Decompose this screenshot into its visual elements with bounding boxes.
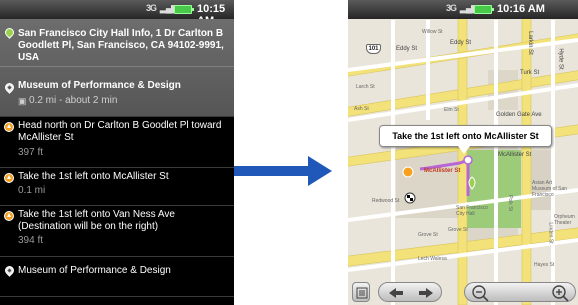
street-label: Eddy St [450, 40, 472, 46]
zoom-controls [464, 282, 576, 302]
zoom-out-icon[interactable] [469, 283, 493, 303]
street-label: Elm St [444, 107, 459, 113]
step-text: Head north on Dr Carlton B Goodlet Pl to… [18, 120, 222, 143]
direction-step[interactable]: Head north on Dr Carlton B Goodlet Pl to… [0, 116, 234, 167]
step-distance: 397 ft [18, 147, 44, 158]
direction-callout[interactable]: Take the 1st left onto McAllister St [379, 125, 552, 154]
car-icon: ▣ [18, 96, 27, 106]
highway-shield: 101 [366, 44, 381, 54]
status-bar: 3G ▂▄▆ 10:15 AM [0, 0, 234, 27]
step-text: Take the 1st left onto McAllister St [18, 171, 169, 182]
direction-step[interactable]: Take the 1st left onto McAllister St 0.1… [0, 167, 234, 205]
street-label: Larch St [356, 84, 375, 90]
list-divider [0, 296, 234, 305]
network-indicator: 3G [146, 3, 157, 13]
street-label: Redwood St [372, 198, 400, 204]
step-text: Take the 1st left onto Van Ness Ave (Des… [18, 209, 175, 232]
street-label: Eddy St [396, 46, 418, 52]
route-summary: 0.2 mi - about 2 min [29, 95, 118, 106]
status-bar: 3G ▂▄▆ 10:16 AM [348, 0, 578, 19]
street-label: Linden St [547, 222, 554, 244]
direction-step[interactable]: Museum of Performance & Design [0, 256, 234, 296]
street-label: Grove St [418, 232, 438, 238]
street-label: Larkin St [526, 31, 533, 55]
route-header: San Francisco City Hall Info, 1 Dr Carlt… [0, 19, 234, 116]
map-screen: 3G ▂▄▆ 10:16 AM Willow St 101 Eddy St Ed… [348, 0, 578, 305]
street-label: Golden Gate Ave [496, 112, 542, 118]
destination-pin-icon [3, 264, 16, 277]
step-navigation [378, 282, 442, 302]
divider [0, 66, 234, 67]
street-label: Hayes St [534, 262, 555, 268]
step-distance: 0.1 mi [18, 185, 46, 196]
directions-screen: 3G ▂▄▆ 10:15 AM San Francisco City Hall … [0, 0, 234, 305]
poi-label: San Francisco City Hall [456, 205, 488, 217]
street-label: Polk St [506, 195, 513, 211]
street-label: Lech Walesa [418, 256, 447, 262]
battery-icon [474, 5, 494, 14]
previous-icon[interactable] [381, 283, 411, 303]
street-label: Willow St [422, 29, 443, 35]
destination-name: Museum of Performance & Design [18, 80, 181, 91]
zoom-in-icon[interactable] [549, 283, 573, 303]
street-label: McAllister St [424, 168, 461, 174]
status-time: 10:16 AM [497, 3, 545, 15]
street-label: Grove St [448, 227, 468, 233]
street-label: Ash St [354, 106, 369, 112]
destination-pin-icon [3, 81, 16, 94]
battery-icon [174, 5, 194, 14]
menu-icon [356, 287, 368, 299]
network-indicator: 3G [446, 3, 457, 13]
turn-arrow-icon [4, 173, 14, 183]
step-distance: 394 ft [18, 235, 44, 246]
menu-button[interactable] [352, 282, 370, 302]
direction-step[interactable]: Take the 1st left onto Van Ness Ave (Des… [0, 205, 234, 256]
poi-label: Orpheum Theater [554, 214, 575, 226]
step-text: Museum of Performance & Design [18, 265, 171, 276]
next-icon[interactable] [411, 283, 441, 303]
street-label: McAllister St [498, 152, 532, 158]
street-label: Hyde St [557, 48, 564, 70]
street-label: Turk St [520, 70, 540, 76]
poi-label: Asian Art Museum of San Francisco [532, 180, 568, 198]
start-pin-icon [3, 26, 16, 39]
turn-arrow-icon [4, 211, 14, 221]
transition-arrow-icon [234, 156, 332, 186]
start-address: San Francisco City Hall Info, 1 Dr Carlt… [18, 28, 224, 63]
turn-arrow-icon [4, 122, 14, 132]
